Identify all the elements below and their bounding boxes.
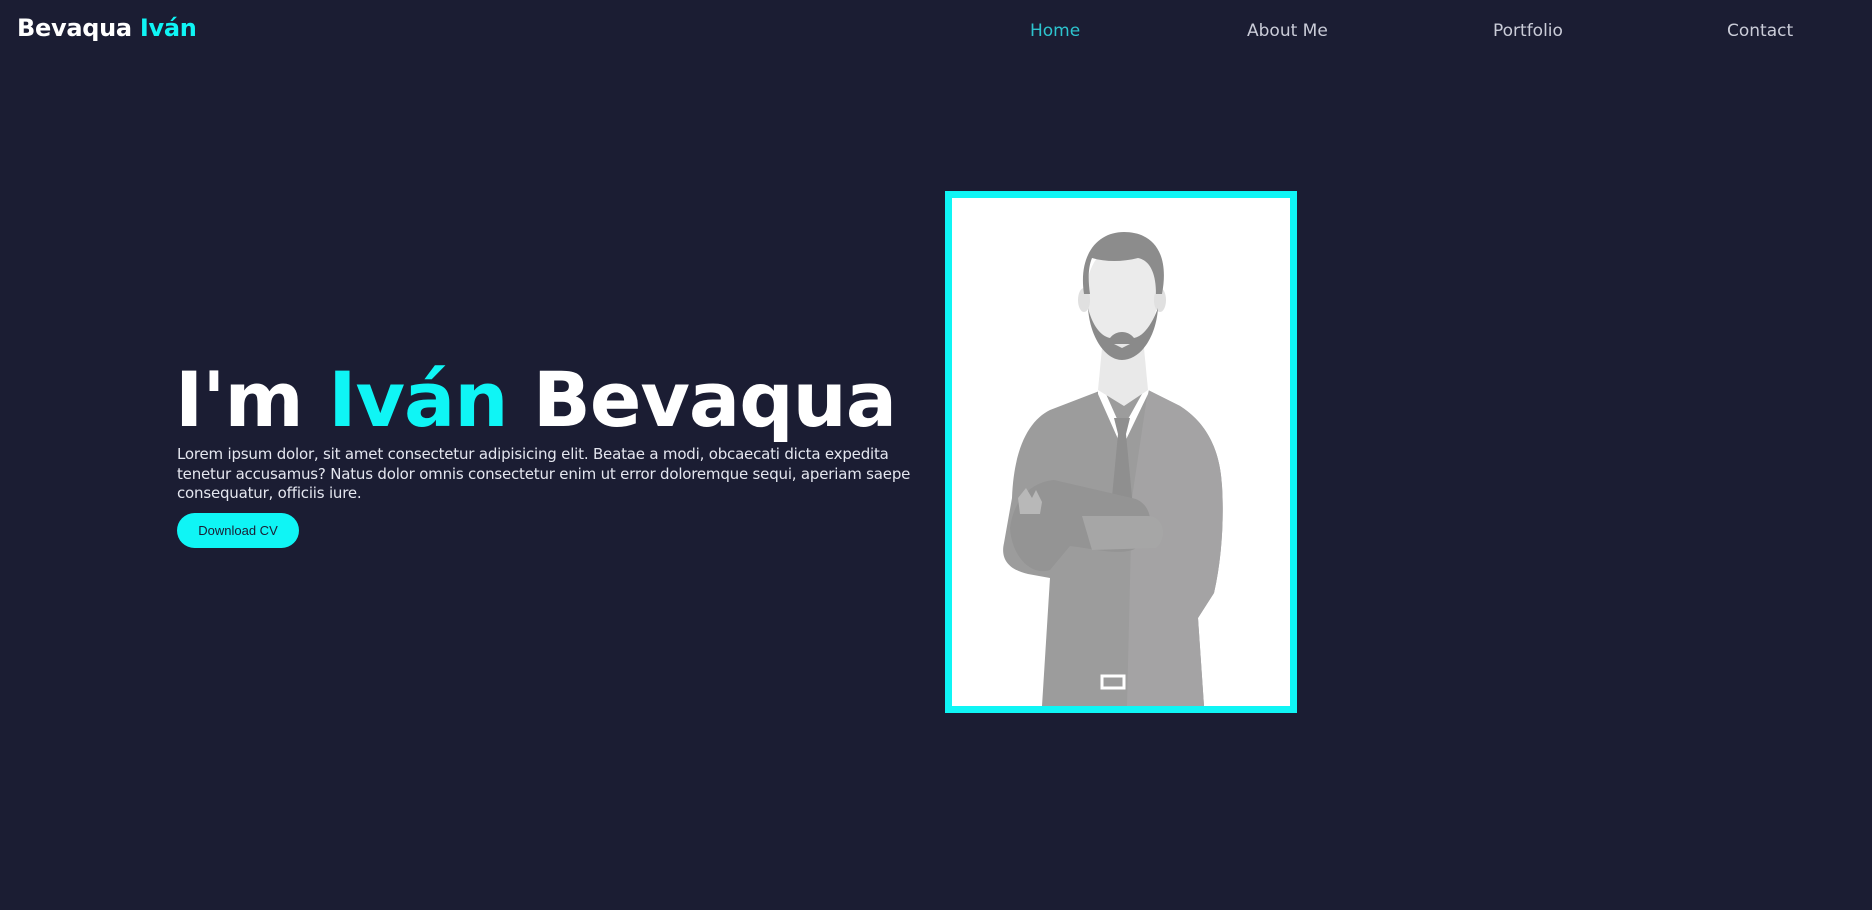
hero-description: Lorem ipsum dolor, sit amet consectetur … bbox=[177, 445, 911, 502]
hero-title-name: Iván bbox=[328, 355, 508, 444]
download-cv-button[interactable]: Download CV bbox=[177, 513, 299, 548]
portrait-frame bbox=[945, 191, 1297, 713]
businessman-silhouette-icon bbox=[1003, 232, 1223, 706]
nav-link-home[interactable]: Home bbox=[1030, 21, 1080, 41]
hero-title: I'm Iván Bevaqua bbox=[175, 355, 897, 445]
nav-link-about-me[interactable]: About Me bbox=[1247, 21, 1328, 41]
hero-title-prefix: I'm bbox=[175, 355, 304, 444]
site-logo[interactable]: Bevaqua Iván bbox=[17, 14, 197, 42]
nav-link-portfolio[interactable]: Portfolio bbox=[1493, 21, 1563, 41]
hero-title-surname: Bevaqua bbox=[532, 355, 897, 444]
logo-first-word: Bevaqua bbox=[17, 14, 132, 42]
logo-second-word: Iván bbox=[139, 14, 197, 42]
nav-link-contact[interactable]: Contact bbox=[1727, 21, 1793, 41]
